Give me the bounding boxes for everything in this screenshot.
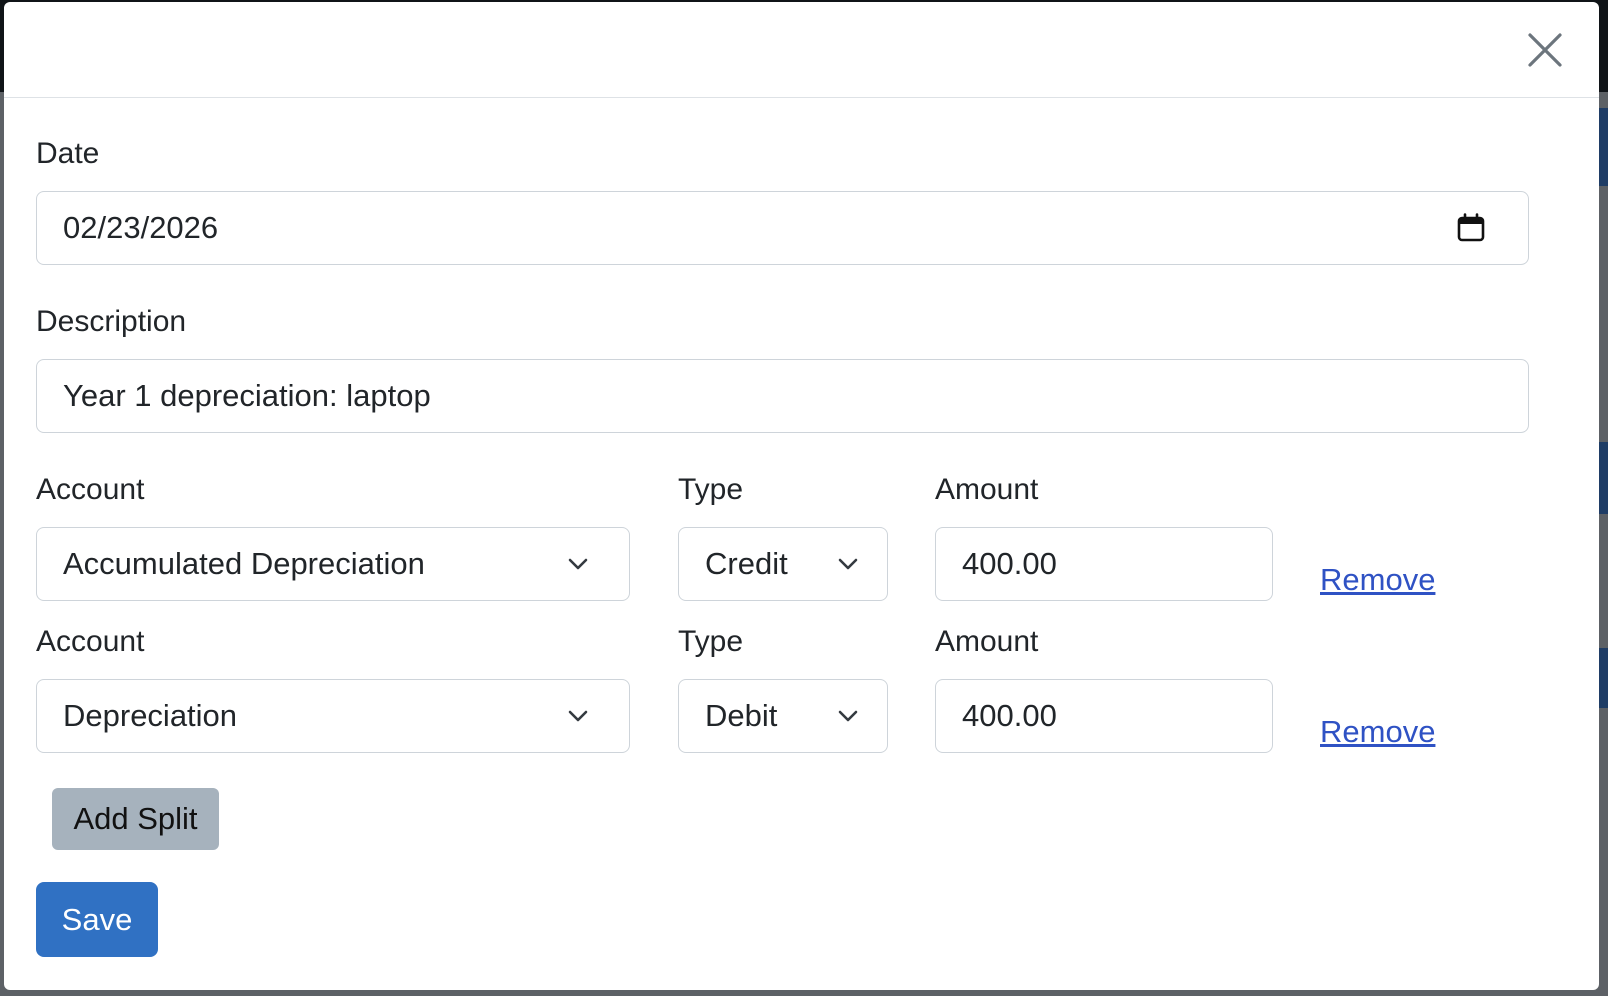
description-label: Description xyxy=(36,305,187,338)
type-select[interactable]: Credit xyxy=(678,527,888,601)
amount-value: 400.00 xyxy=(962,546,1057,581)
type-value: Credit xyxy=(705,546,788,581)
account-label: Account xyxy=(36,625,145,658)
date-label: Date xyxy=(36,137,100,170)
type-value: Debit xyxy=(705,698,778,733)
account-select[interactable]: Depreciation xyxy=(36,679,630,753)
type-label: Type xyxy=(678,473,744,506)
date-value: 02/23/2026 xyxy=(63,210,219,245)
close-icon xyxy=(1528,33,1562,67)
account-select[interactable]: Accumulated Depreciation xyxy=(36,527,630,601)
amount-value: 400.00 xyxy=(962,698,1057,733)
type-select[interactable]: Debit xyxy=(678,679,888,753)
type-label: Type xyxy=(678,625,744,658)
description-value: Year 1 depreciation: laptop xyxy=(63,378,431,413)
amount-label: Amount xyxy=(935,625,1039,658)
chevron-down-icon xyxy=(838,558,858,570)
account-value: Accumulated Depreciation xyxy=(63,546,425,581)
amount-input[interactable]: 400.00 xyxy=(935,527,1273,601)
save-button[interactable]: Save xyxy=(36,882,158,957)
calendar-icon[interactable] xyxy=(1456,213,1486,243)
amount-label: Amount xyxy=(935,473,1039,506)
amount-input[interactable]: 400.00 xyxy=(935,679,1273,753)
close-button[interactable] xyxy=(1527,32,1563,68)
chevron-down-icon xyxy=(838,710,858,722)
description-input[interactable]: Year 1 depreciation: laptop xyxy=(36,359,1529,433)
modal-header xyxy=(4,2,1599,98)
remove-split-link[interactable]: Remove xyxy=(1320,714,1435,750)
remove-split-link[interactable]: Remove xyxy=(1320,562,1435,598)
transaction-modal: Date 02/23/2026 Description Year 1 depre… xyxy=(4,2,1599,990)
add-split-button[interactable]: Add Split xyxy=(52,788,219,850)
account-value: Depreciation xyxy=(63,698,238,733)
chevron-down-icon xyxy=(568,558,588,570)
date-input[interactable]: 02/23/2026 xyxy=(36,191,1529,265)
chevron-down-icon xyxy=(568,710,588,722)
account-label: Account xyxy=(36,473,145,506)
